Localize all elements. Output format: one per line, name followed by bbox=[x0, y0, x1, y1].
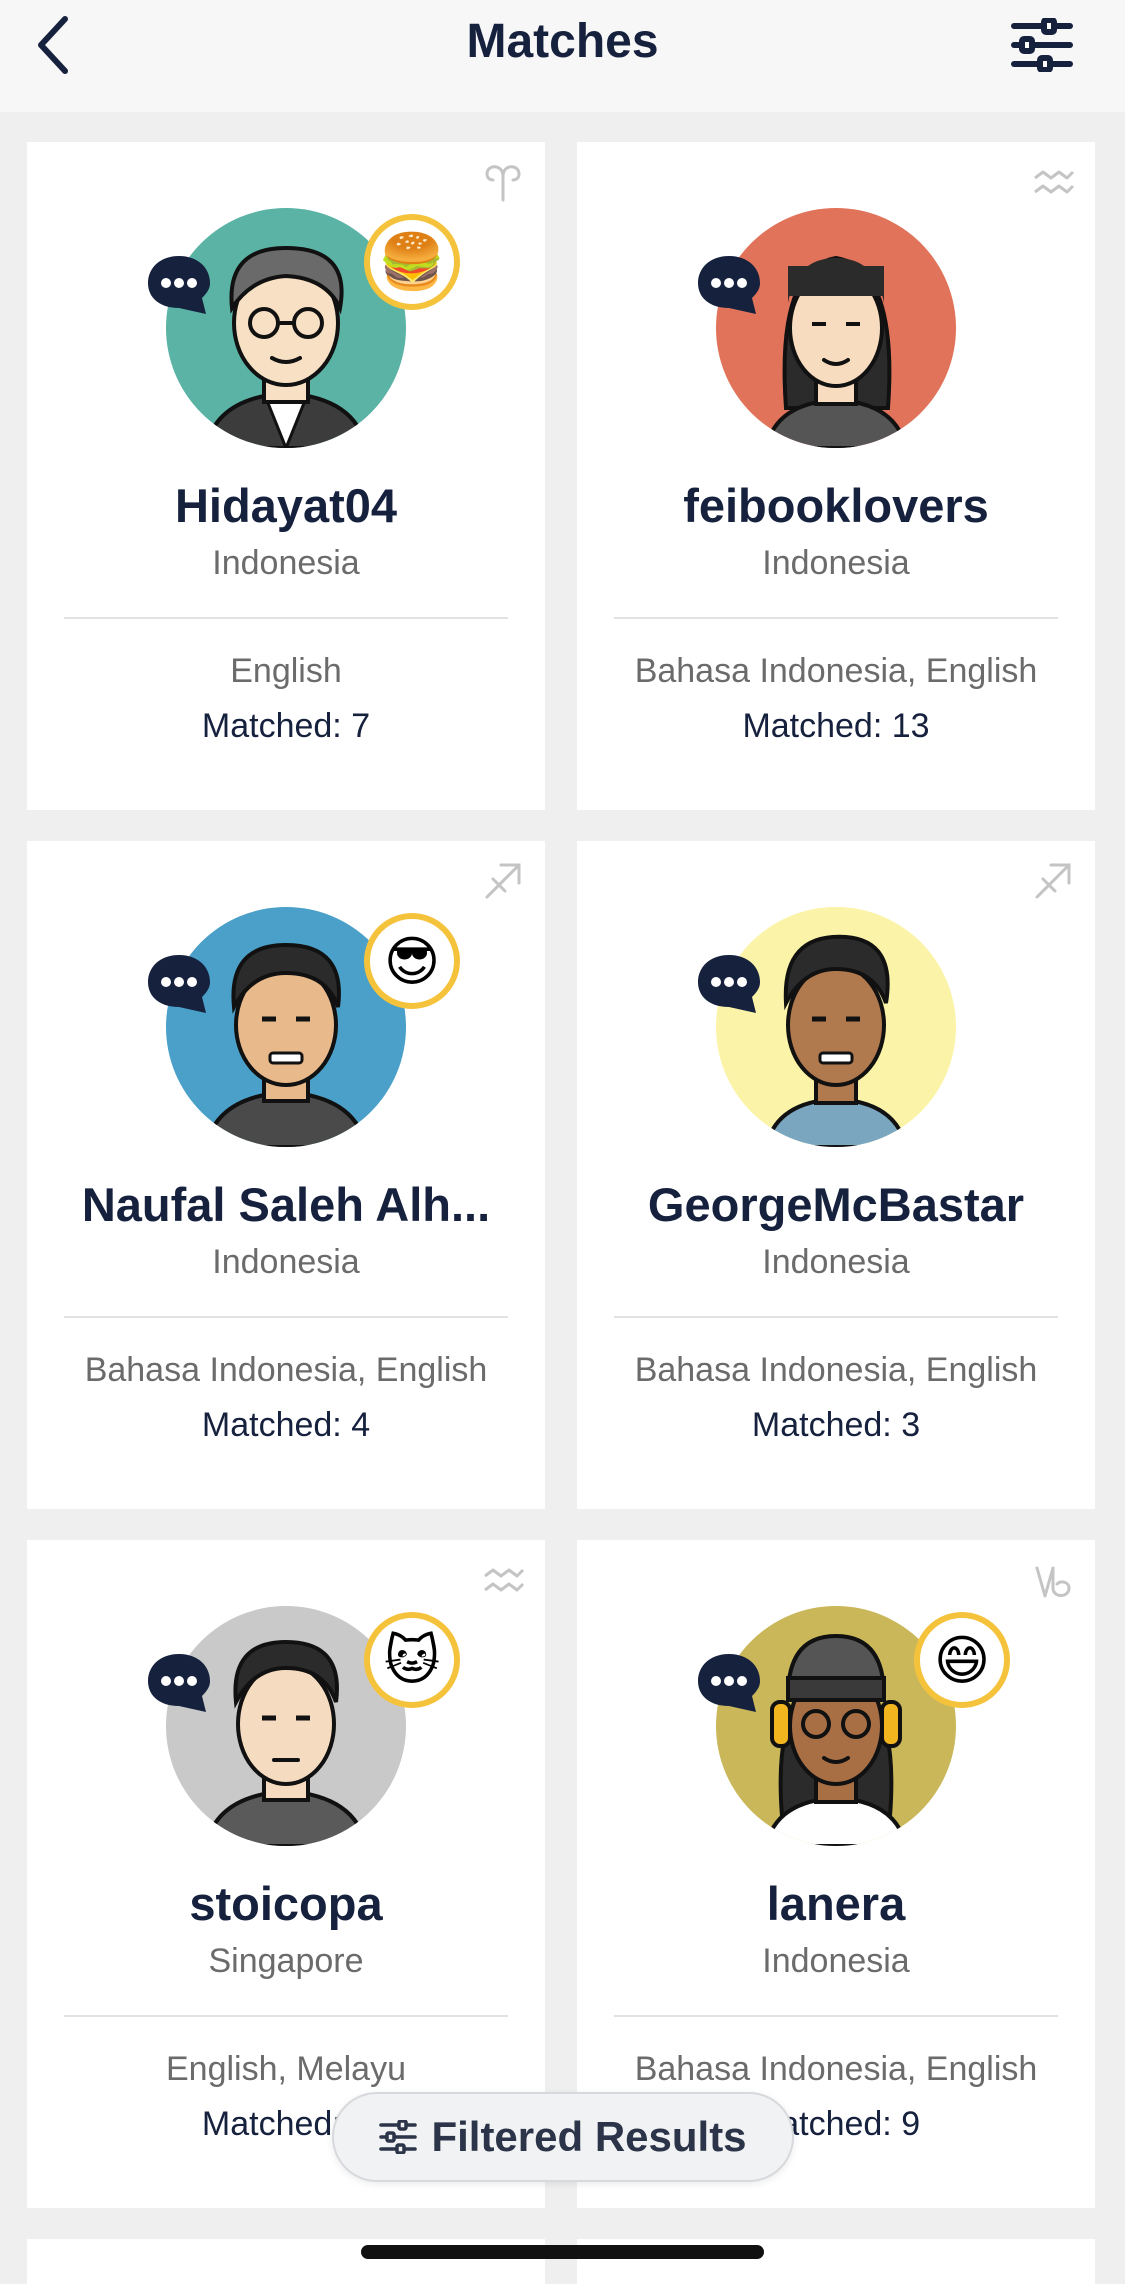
match-count: Matched: 13 bbox=[742, 707, 930, 745]
match-card[interactable]: feibooklovers Indonesia Bahasa Indonesia… bbox=[577, 142, 1095, 810]
match-name: lanera bbox=[766, 1877, 906, 1930]
capricorn-icon bbox=[1035, 1566, 1071, 1598]
match-card[interactable]: GeorgeMcBastar Indonesia Bahasa Indonesi… bbox=[577, 841, 1095, 1509]
sagittarius-icon bbox=[485, 863, 521, 899]
aquarius-icon bbox=[484, 1568, 525, 1592]
avatar-image bbox=[716, 208, 956, 448]
sliders-icon bbox=[1011, 18, 1073, 72]
emoji-badge: 😄 bbox=[914, 1612, 1010, 1708]
match-name: stoicopa bbox=[189, 1877, 383, 1930]
match-country: Indonesia bbox=[212, 544, 360, 582]
card-divider bbox=[614, 2015, 1058, 2017]
chat-bubble-icon[interactable] bbox=[144, 252, 214, 318]
match-languages: Bahasa Indonesia, English bbox=[84, 1351, 488, 1389]
match-languages: Bahasa Indonesia, English bbox=[634, 652, 1038, 690]
sagittarius-icon bbox=[1035, 863, 1071, 899]
card-divider bbox=[64, 617, 508, 619]
match-card[interactable]: 🍔 Hidayat04 Indonesia English Matched: 7 bbox=[27, 142, 545, 810]
match-name: GeorgeMcBastar bbox=[647, 1178, 1025, 1231]
match-country: Indonesia bbox=[762, 544, 910, 582]
emoji-badge: 😎 bbox=[364, 913, 460, 1009]
aries-icon bbox=[485, 165, 521, 202]
match-country: Singapore bbox=[208, 1942, 364, 1980]
match-name: feibooklovers bbox=[683, 479, 989, 532]
sliders-icon bbox=[379, 2120, 418, 2154]
match-country: Indonesia bbox=[762, 1243, 910, 1281]
match-country: Indonesia bbox=[212, 1243, 360, 1281]
chat-bubble-icon[interactable] bbox=[694, 951, 764, 1017]
match-languages: Bahasa Indonesia, English bbox=[634, 1351, 1038, 1389]
page-title: Matches bbox=[466, 15, 659, 68]
card-divider bbox=[64, 2015, 508, 2017]
card-divider bbox=[614, 617, 1058, 619]
filter-button[interactable] bbox=[1007, 14, 1077, 76]
match-languages: Bahasa Indonesia, English bbox=[634, 2050, 1038, 2088]
chat-bubble-icon[interactable] bbox=[144, 951, 214, 1017]
chat-bubble-icon[interactable] bbox=[694, 1650, 764, 1716]
match-name: Naufal Saleh Alh... bbox=[81, 1178, 491, 1231]
avatar[interactable] bbox=[698, 907, 956, 1147]
match-count: Matched: 7 bbox=[201, 707, 371, 745]
filtered-results-button[interactable]: Filtered Results bbox=[332, 2092, 794, 2182]
card-divider bbox=[64, 1316, 508, 1318]
match-country: Indonesia bbox=[762, 1942, 910, 1980]
home-indicator bbox=[361, 2245, 764, 2259]
match-card[interactable]: 😎 Naufal Saleh Alh... Indonesia Bahasa I… bbox=[27, 841, 545, 1509]
match-count: Matched: 4 bbox=[201, 1406, 371, 1444]
chat-bubble-icon[interactable] bbox=[694, 252, 764, 318]
match-languages: English bbox=[230, 652, 342, 690]
emoji-badge: 🐱 bbox=[364, 1612, 460, 1708]
chat-bubble-icon[interactable] bbox=[144, 1650, 214, 1716]
match-languages: English, Melayu bbox=[165, 2050, 406, 2088]
avatar-image bbox=[716, 907, 956, 1147]
match-name: Hidayat04 bbox=[174, 479, 398, 532]
avatar[interactable] bbox=[698, 208, 956, 448]
nav-bar: Matches bbox=[0, 0, 1125, 112]
match-count: Matched: 3 bbox=[751, 1406, 921, 1444]
aquarius-icon bbox=[1034, 170, 1075, 194]
filtered-results-label: Filtered Results bbox=[431, 2113, 747, 2160]
emoji-badge: 🍔 bbox=[364, 214, 460, 310]
card-divider bbox=[614, 1316, 1058, 1318]
